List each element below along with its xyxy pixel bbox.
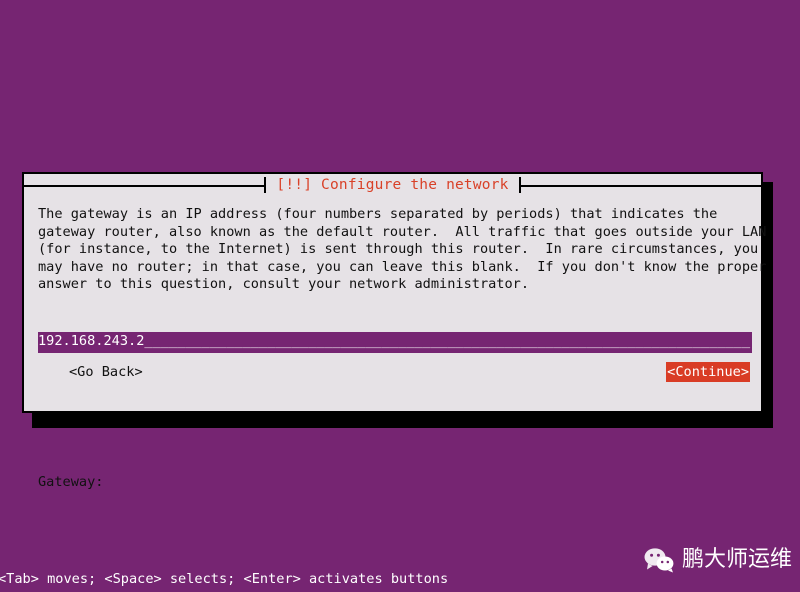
title-rule-right <box>520 184 761 187</box>
watermark: 鹏大师运维 <box>644 544 792 576</box>
wechat-icon <box>644 548 674 573</box>
dialog-title-bar: [!!] Configure the network <box>24 174 761 196</box>
installer-screen: [!!] Configure the network The gateway i… <box>0 0 800 592</box>
watermark-text: 鹏大师运维 <box>682 547 793 572</box>
gateway-input-underline <box>38 351 752 353</box>
dialog-title: [!!] Configure the network <box>276 177 509 193</box>
continue-button[interactable]: <Continue> <box>666 362 750 382</box>
go-back-button[interactable]: <Go Back> <box>68 362 144 382</box>
gateway-field-label: Gateway: <box>38 474 104 490</box>
gateway-input[interactable] <box>38 332 752 351</box>
configure-network-dialog: [!!] Configure the network The gateway i… <box>22 172 767 490</box>
title-rule-left <box>24 184 265 187</box>
dialog-body-text: The gateway is an IP address (four numbe… <box>38 206 767 293</box>
keyboard-hint-text: <Tab> moves; <Space> selects; <Enter> ac… <box>0 571 449 587</box>
dialog-buttons-row: <Go Back> <Continue> <box>24 362 761 384</box>
